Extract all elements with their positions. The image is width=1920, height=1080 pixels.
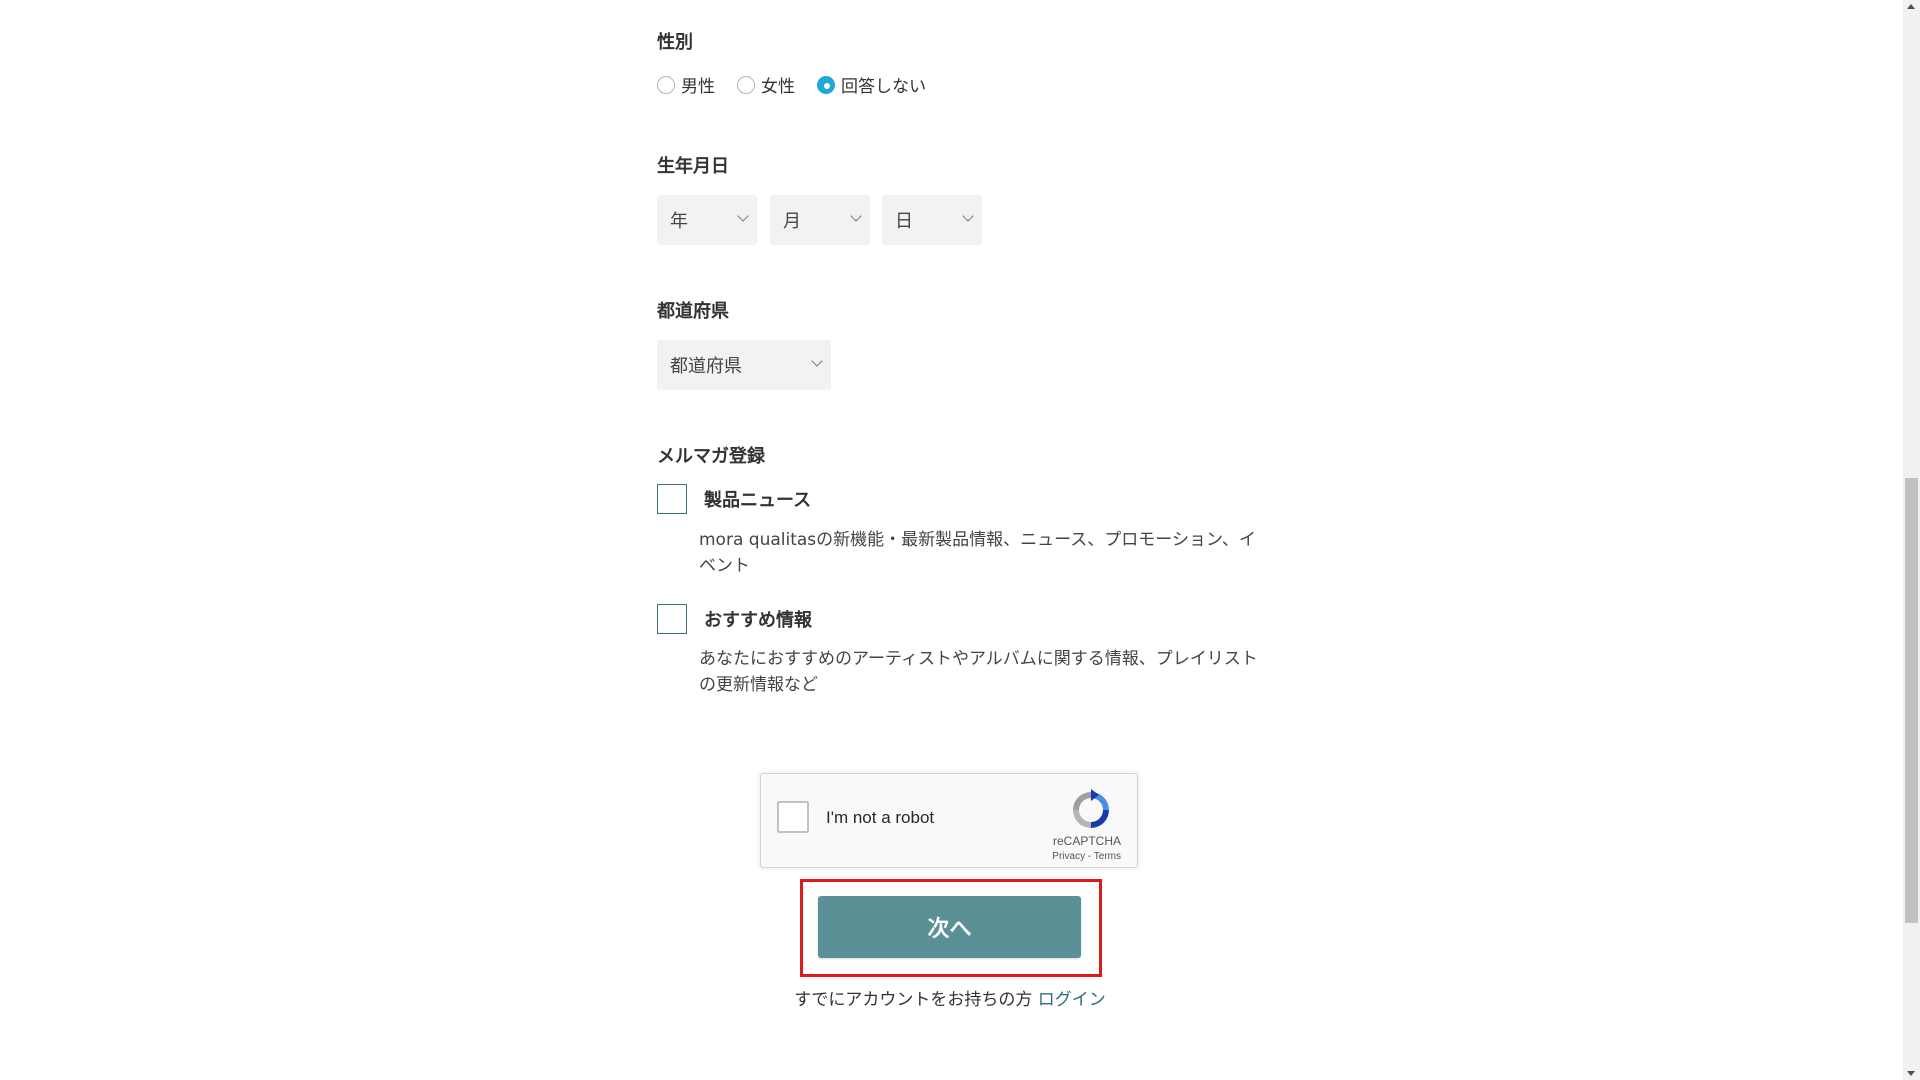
birth-day-select[interactable]: 日 xyxy=(882,195,982,245)
page: 性別 男性 女性 回答しない 生年月日 年 月 日 都道府県 都道府県 メルマガ… xyxy=(0,0,1920,1080)
radio-male-label[interactable]: 男性 xyxy=(681,72,715,97)
newsletter-recommendations[interactable]: おすすめ情報 xyxy=(657,604,812,634)
recaptcha-checkbox[interactable] xyxy=(777,801,809,833)
prefecture-label: 都道府県 xyxy=(657,301,729,322)
login-prompt-text: すでにアカウントをお持ちの方 xyxy=(794,990,1033,1010)
login-link[interactable]: ログイン xyxy=(1038,990,1106,1010)
prefecture-value: 都道府県 xyxy=(670,356,742,377)
product-news-description: mora qualitasの新機能・最新製品情報、ニュース、プロモーション、イベ… xyxy=(699,530,1256,576)
prefecture-select[interactable]: 都道府県 xyxy=(657,340,831,390)
birthday-label: 生年月日 xyxy=(657,156,729,177)
recaptcha-links[interactable]: Privacy - Terms xyxy=(1052,851,1121,862)
chevron-down-icon xyxy=(811,355,823,367)
birth-year-select[interactable]: 年 xyxy=(657,195,757,245)
birth-day-value: 日 xyxy=(895,211,913,232)
recommendations-label[interactable]: おすすめ情報 xyxy=(704,606,812,632)
radio-female-circle[interactable] xyxy=(737,75,755,94)
radio-female-label[interactable]: 女性 xyxy=(761,72,795,97)
radio-female[interactable]: 女性 xyxy=(737,72,795,97)
radio-male-circle[interactable] xyxy=(657,75,675,94)
scroll-up-icon[interactable] xyxy=(1907,4,1915,9)
radio-no-answer-circle[interactable] xyxy=(817,75,835,94)
birth-month-select[interactable]: 月 xyxy=(770,195,870,245)
radio-male[interactable]: 男性 xyxy=(657,72,715,97)
product-news-checkbox[interactable] xyxy=(657,484,687,514)
product-news-label[interactable]: 製品ニュース xyxy=(704,486,811,512)
radio-no-answer[interactable]: 回答しない xyxy=(817,72,926,97)
recommendations-description: あなたにおすすめのアーティストやアルバムに関する情報、プレイリストの更新情報など xyxy=(699,649,1258,695)
newsletter-label: メルマガ登録 xyxy=(657,446,765,467)
chevron-down-icon xyxy=(737,210,749,222)
recommendations-checkbox[interactable] xyxy=(657,604,687,634)
scroll-down-icon[interactable] xyxy=(1907,1071,1915,1076)
recaptcha-brand: reCAPTCHA xyxy=(1052,834,1121,848)
vertical-scrollbar[interactable] xyxy=(1903,0,1920,1080)
radio-no-answer-label[interactable]: 回答しない xyxy=(841,72,926,97)
chevron-down-icon xyxy=(850,210,862,222)
gender-label: 性別 xyxy=(657,32,693,53)
newsletter-product-news[interactable]: 製品ニュース xyxy=(657,484,811,514)
scroll-thumb[interactable] xyxy=(1905,478,1918,923)
birth-year-value: 年 xyxy=(670,211,688,232)
birth-month-value: 月 xyxy=(783,211,801,232)
recaptcha-logo-icon xyxy=(1073,789,1109,828)
chevron-down-icon xyxy=(962,210,974,222)
gender-radio-group: 男性 女性 回答しない xyxy=(657,72,948,97)
recaptcha-widget: I'm not a robot reCAPTCHA Privacy - Term… xyxy=(760,773,1138,868)
recaptcha-label: I'm not a robot xyxy=(826,808,935,827)
next-button[interactable]: 次へ xyxy=(818,896,1081,958)
login-prompt-line: すでにアカウントをお持ちの方 ログイン xyxy=(0,985,1900,1010)
